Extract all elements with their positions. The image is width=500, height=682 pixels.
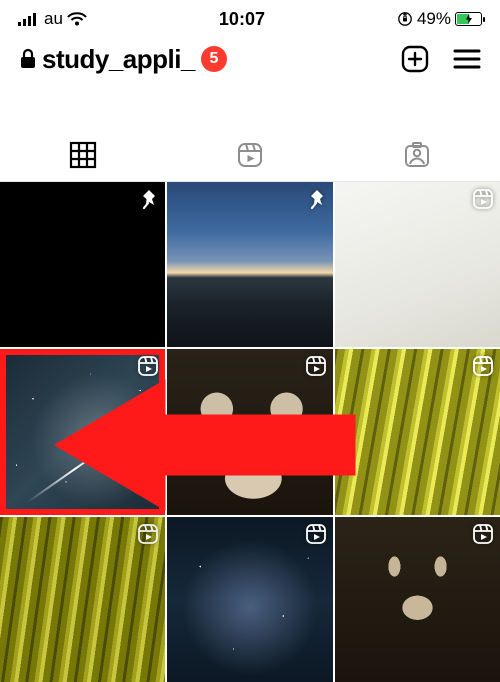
lock-icon [18, 48, 38, 70]
status-right: 49% [397, 9, 482, 29]
post-thumbnail[interactable] [335, 349, 500, 514]
wifi-icon [67, 12, 87, 26]
tagged-icon [402, 140, 432, 170]
signal-icon [18, 12, 38, 26]
carrier-label: au [44, 9, 63, 29]
posts-grid [0, 182, 500, 682]
reel-icon [305, 523, 327, 545]
post-thumbnail[interactable] [167, 349, 332, 514]
reel-icon [137, 355, 159, 377]
reel-icon [472, 355, 494, 377]
post-thumbnail[interactable] [0, 349, 165, 514]
header-actions [400, 44, 482, 74]
reel-icon [305, 355, 327, 377]
profile-header: study_appli_ 5 [0, 34, 500, 88]
post-thumbnail[interactable] [335, 182, 500, 347]
profile-summary-spacer [0, 88, 500, 128]
post-thumbnail[interactable] [167, 517, 332, 682]
pin-icon [137, 188, 159, 210]
tab-posts-grid[interactable] [0, 128, 167, 181]
profile-tabs [0, 128, 500, 182]
reel-icon [137, 523, 159, 545]
reel-icon [472, 188, 494, 210]
post-thumbnail[interactable] [335, 517, 500, 682]
post-thumbnail[interactable] [167, 182, 332, 347]
post-thumbnail[interactable] [0, 182, 165, 347]
tab-reels[interactable] [167, 128, 334, 181]
reel-icon [472, 523, 494, 545]
username-label[interactable]: study_appli_ [42, 44, 195, 75]
tab-tagged[interactable] [333, 128, 500, 181]
battery-icon [455, 12, 482, 26]
grid-icon [68, 140, 98, 170]
status-bar: au 10:07 49% [0, 0, 500, 34]
post-thumbnail[interactable] [0, 517, 165, 682]
battery-percent: 49% [417, 9, 451, 29]
orientation-lock-icon [397, 11, 413, 27]
pin-icon [305, 188, 327, 210]
create-button[interactable] [400, 44, 430, 74]
reels-icon [235, 140, 265, 170]
clock: 10:07 [87, 9, 397, 30]
menu-button[interactable] [452, 47, 482, 71]
notification-badge[interactable]: 5 [201, 46, 227, 72]
status-left: au [18, 9, 87, 29]
